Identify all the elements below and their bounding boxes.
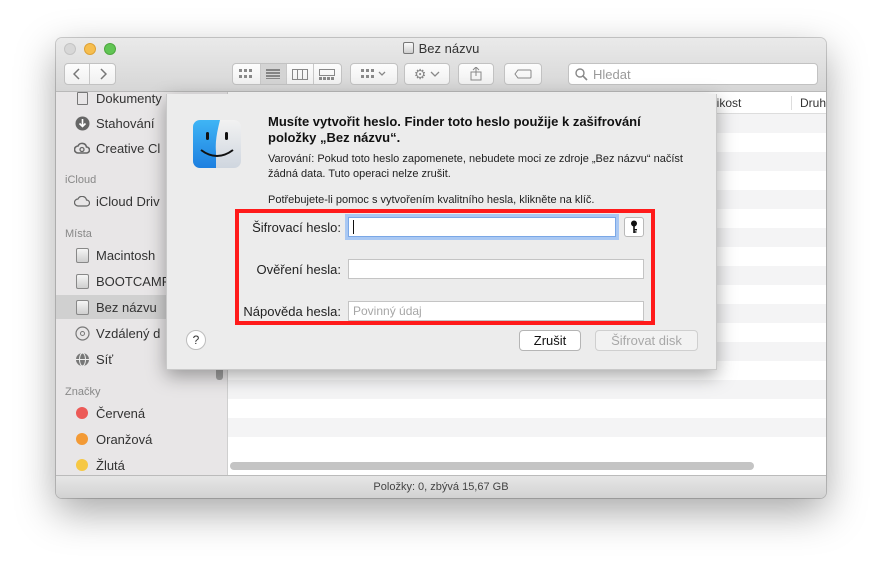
sidebar-item-label: Síť	[96, 351, 114, 367]
password-assistant-button[interactable]	[624, 217, 644, 237]
table-row	[228, 418, 826, 437]
list-view-button[interactable]	[260, 64, 288, 84]
sidebar-item-label: Červená	[96, 405, 146, 421]
disk-icon	[402, 42, 414, 54]
text-cursor	[353, 220, 354, 234]
tag-color-orange	[76, 433, 88, 445]
sidebar-tag-red[interactable]: Červená	[56, 401, 227, 425]
password-field[interactable]	[348, 217, 616, 237]
horizontal-scrollbar[interactable]	[230, 462, 754, 470]
sidebar-item-label: Oranžová	[96, 431, 153, 447]
search-icon	[575, 67, 588, 81]
dialog-warning: Varování: Pokud toto heslo zapomenete, n…	[268, 153, 683, 180]
dialog-help-text: Potřebujete-li pomoc s vytvořením kvalit…	[268, 194, 595, 206]
forward-button[interactable]	[90, 64, 115, 84]
creative-cloud-icon	[74, 140, 90, 156]
column-view-icon	[291, 68, 308, 80]
network-icon	[74, 351, 90, 367]
icon-view-button[interactable]	[233, 64, 261, 84]
tag-dot-icon	[74, 405, 90, 421]
gallery-view-icon	[319, 68, 336, 80]
encrypt-dialog: Musíte vytvořit heslo. Finder toto heslo…	[166, 94, 717, 370]
cloud-icon	[74, 193, 90, 209]
tag-color-red	[76, 407, 88, 419]
tag-icon	[514, 69, 532, 79]
window-title-text: Bez názvu	[418, 41, 480, 56]
table-row	[228, 380, 826, 399]
tag-color-yellow	[76, 459, 88, 471]
sidebar-section-icloud: iCloud	[65, 174, 97, 186]
chevron-right-icon	[99, 68, 107, 80]
finder-icon	[193, 120, 241, 168]
icon-view-icon	[239, 69, 253, 78]
sidebar-section-places: Místa	[65, 228, 92, 240]
drive-icon	[74, 247, 90, 263]
hint-placeholder: Povinný údaj	[353, 304, 422, 318]
sidebar-item-label: Vzdálený d	[96, 325, 161, 341]
gallery-view-button[interactable]	[314, 64, 341, 84]
action-button[interactable]: ⚙	[404, 63, 450, 85]
sidebar-item-label: Macintosh	[96, 247, 156, 263]
help-button[interactable]: ?	[186, 330, 206, 350]
sidebar-item-label: BOOTCAMP	[96, 273, 171, 289]
list-view-icon	[266, 69, 281, 79]
hint-label: Nápověda hesla:	[243, 304, 341, 319]
sidebar-item-label: Stahování	[96, 115, 155, 131]
nav-buttons	[64, 63, 116, 85]
column-view-button[interactable]	[287, 64, 314, 84]
tag-button[interactable]	[504, 63, 542, 85]
sidebar-item-label: iCloud Driv	[96, 193, 160, 209]
search-placeholder: Hledat	[593, 66, 631, 82]
gear-icon: ⚙	[413, 65, 427, 82]
sidebar-item-label: Creative Cl	[96, 140, 161, 156]
sidebar-item-label: Dokumenty	[96, 92, 162, 106]
group-icon	[361, 69, 386, 78]
title-bar: Bez názvu ⚙ Hledat	[56, 38, 826, 92]
tag-dot-icon	[74, 457, 90, 473]
chevron-down-icon	[430, 71, 440, 77]
password-label: Šifrovací heslo:	[252, 220, 341, 235]
share-icon	[470, 67, 482, 81]
documents-icon	[74, 92, 90, 106]
key-icon	[631, 220, 637, 233]
sidebar-section-tags: Značky	[65, 386, 101, 398]
encrypt-button[interactable]: Šifrovat disk	[595, 330, 698, 351]
sidebar-item-label: Bez názvu	[96, 299, 157, 315]
view-switcher	[232, 63, 342, 85]
download-icon	[74, 115, 90, 131]
drive-icon	[74, 273, 90, 289]
drive-icon	[74, 299, 90, 315]
dialog-title: Musíte vytvořit heslo. Finder toto heslo…	[268, 114, 641, 145]
remote-disc-icon	[74, 325, 90, 341]
cancel-button[interactable]: Zrušit	[519, 330, 581, 351]
group-button[interactable]	[350, 63, 398, 85]
search-field[interactable]: Hledat	[568, 63, 818, 85]
hint-field[interactable]: Povinný údaj	[348, 301, 644, 321]
column-kind[interactable]: Druh	[791, 96, 826, 110]
verify-field[interactable]	[348, 259, 644, 279]
back-button[interactable]	[65, 64, 91, 84]
column-size[interactable]: likost	[714, 96, 741, 110]
chevron-left-icon	[73, 68, 80, 80]
sidebar-tag-orange[interactable]: Oranžová	[56, 427, 227, 451]
verify-label: Ověření hesla:	[256, 262, 341, 277]
window-title: Bez názvu	[56, 41, 826, 56]
sidebar-item-label: Žlutá	[96, 457, 125, 473]
tag-dot-icon	[74, 431, 90, 447]
sidebar-tag-yellow[interactable]: Žlutá	[56, 453, 227, 475]
status-bar: Položky: 0, zbývá 15,67 GB	[56, 475, 826, 498]
share-button[interactable]	[458, 63, 494, 85]
